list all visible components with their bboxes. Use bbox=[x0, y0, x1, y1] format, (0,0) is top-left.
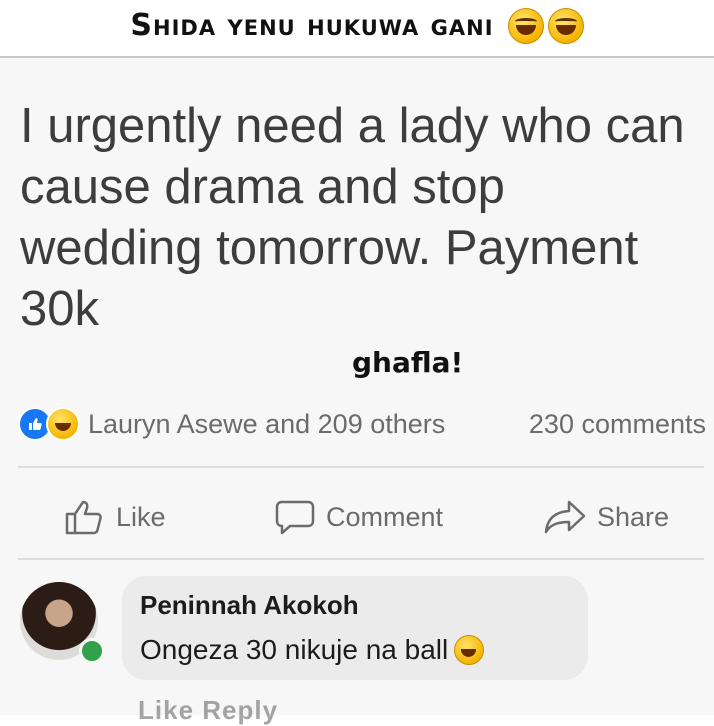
online-status-icon bbox=[79, 638, 105, 664]
header-banner: Shida yenu hukuwa gani bbox=[0, 0, 714, 58]
comment-body: Ongeza 30 nikuje na ball bbox=[140, 634, 449, 665]
thumbs-up-icon bbox=[65, 500, 102, 535]
divider bbox=[18, 558, 704, 560]
banner-title: Shida yenu hukuwa gani bbox=[130, 7, 494, 43]
watermark: ghafla! bbox=[352, 346, 464, 379]
comment-button[interactable]: Comment bbox=[274, 498, 443, 536]
laughing-emoji-icon bbox=[507, 8, 544, 44]
haha-reaction-icon[interactable] bbox=[46, 407, 80, 441]
share-button[interactable]: Share bbox=[543, 498, 669, 536]
comment-text: Ongeza 30 nikuje na ball bbox=[140, 634, 485, 666]
reactors-link[interactable]: Lauryn Asewe and 209 others bbox=[88, 409, 445, 440]
post-text: I urgently need a lady who can cause dra… bbox=[20, 99, 685, 336]
comments-count-link[interactable]: 230 comments bbox=[529, 409, 706, 440]
like-button[interactable]: Like bbox=[64, 498, 166, 536]
divider bbox=[18, 466, 704, 468]
share-arrow-icon bbox=[544, 500, 586, 534]
comment-actions-partial[interactable]: Like Reply bbox=[138, 695, 278, 726]
comment-bubble[interactable]: Peninnah Akokoh Ongeza 30 nikuje na ball bbox=[122, 576, 588, 680]
action-bar: Like Comment Share bbox=[0, 488, 714, 546]
post-card: I urgently need a lady who can cause dra… bbox=[0, 58, 714, 725]
like-label: Like bbox=[116, 501, 166, 532]
comment-bubble-icon bbox=[275, 500, 315, 535]
laughing-emoji-icon bbox=[454, 635, 485, 665]
commenter-name[interactable]: Peninnah Akokoh bbox=[140, 590, 359, 621]
share-label: Share bbox=[597, 501, 670, 532]
reaction-stats: Lauryn Asewe and 209 others 230 comments bbox=[18, 404, 708, 444]
laughing-emoji-icon bbox=[547, 8, 584, 44]
comment-label: Comment bbox=[326, 501, 444, 532]
comment: Peninnah Akokoh Ongeza 30 nikuje na ball bbox=[20, 576, 700, 716]
